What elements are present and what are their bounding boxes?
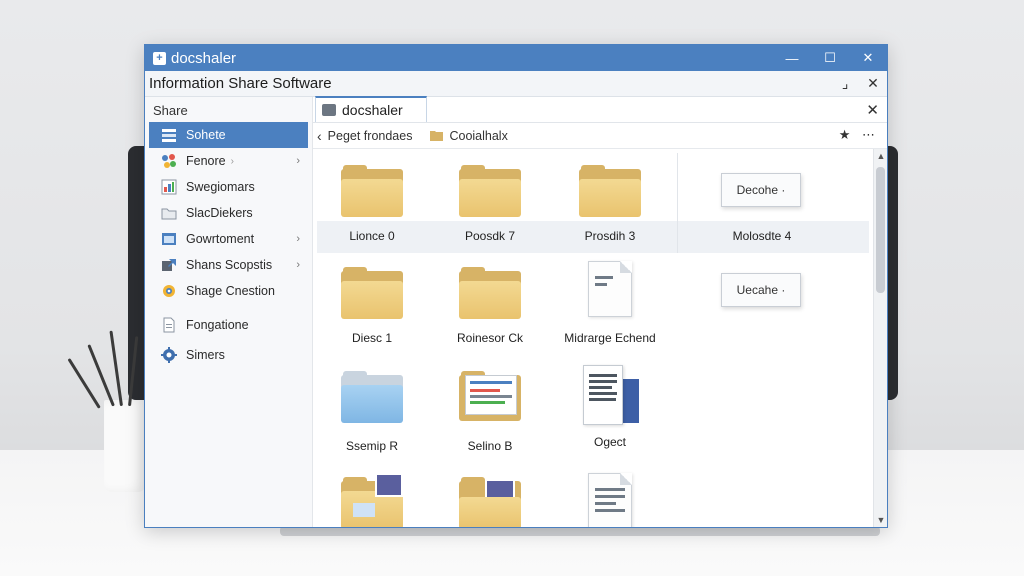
sidebar-item-label: Simers xyxy=(186,348,225,362)
app-title: Information Share Software xyxy=(149,75,332,92)
sidebar-item-slacdiekers[interactable]: SlacDiekers xyxy=(149,200,308,226)
folder-item[interactable]: Prosdih 3 xyxy=(555,165,665,243)
folder-item[interactable]: Lionce 0 xyxy=(317,165,427,243)
folder-item[interactable]: Selino B xyxy=(435,371,545,453)
scroll-down-icon[interactable]: ▼ xyxy=(874,513,887,527)
sidebar-item-gowrtoment[interactable]: Gowrtoment › xyxy=(149,226,308,252)
folder-documents-icon xyxy=(459,371,521,423)
app-logo-icon: + xyxy=(153,51,166,65)
sidebar-item-fongatione[interactable]: Fongatione xyxy=(149,312,308,338)
sidebar-item-label: Fenore xyxy=(186,154,226,168)
chevron-right-icon: › xyxy=(296,155,300,167)
maximize-button[interactable]: ☐ xyxy=(811,50,849,66)
sidebar-item-sohete[interactable]: Sohete xyxy=(149,122,308,148)
scroll-thumb[interactable] xyxy=(876,167,885,293)
folder-icon xyxy=(579,165,641,217)
sidebar-item-label: SlacDiekers xyxy=(186,206,253,220)
sidebar-item-label: Shans Scopstis xyxy=(186,258,273,272)
list-icon xyxy=(161,127,177,143)
settings-icon xyxy=(161,347,177,363)
pencil xyxy=(109,330,123,407)
app-close-button[interactable]: ✕ xyxy=(859,75,887,92)
restore-button[interactable]: ⌟ xyxy=(831,75,859,92)
folder-icon xyxy=(341,165,403,217)
content-pane: docshaler ✕ ‹ Peget frondaes Cooialhalx … xyxy=(313,96,887,527)
sidebar-item-shage-cnestion[interactable]: Shage Cnestion xyxy=(149,278,308,304)
breadcrumb-item[interactable]: Cooialhalx xyxy=(430,129,508,143)
share-icon xyxy=(161,257,177,273)
app-window: + docshaler — ☐ ✕ Information Share Soft… xyxy=(144,44,888,528)
toolbar-actions[interactable]: ★ ⋯ xyxy=(839,127,879,143)
sidebar-header: Share xyxy=(153,103,188,118)
document-item[interactable]: Midrarge Echend xyxy=(555,261,665,345)
chevron-right-icon: › xyxy=(296,233,300,245)
scroll-up-icon[interactable]: ▲ xyxy=(874,149,887,163)
sidebar-item-swegiomars[interactable]: Swegiomars xyxy=(149,174,308,200)
folder-outline-icon xyxy=(161,205,177,221)
folder-item[interactable]: Poosdk 7 xyxy=(435,165,545,243)
window-title: docshaler xyxy=(171,49,237,67)
tab-close-button[interactable]: ✕ xyxy=(866,101,879,119)
folder-item[interactable]: Diesc 1 xyxy=(317,267,427,345)
breadcrumb-item[interactable]: ‹ Peget frondaes xyxy=(317,128,412,144)
app-header: Information Share Software ⌟ ✕ xyxy=(145,71,887,97)
document-icon xyxy=(588,473,632,527)
document-stack-icon xyxy=(575,365,645,429)
sidebar-item-label: Sohete xyxy=(186,128,226,142)
folder-image-icon xyxy=(459,477,521,527)
chevron-right-icon: › xyxy=(230,155,234,167)
tab-label: docshaler xyxy=(342,102,403,118)
folder-item[interactable] xyxy=(435,477,545,527)
folder-blue-icon xyxy=(341,371,403,423)
chart-icon xyxy=(161,179,177,195)
chevron-right-icon: › xyxy=(296,259,300,271)
divider xyxy=(677,153,678,253)
vertical-scrollbar[interactable]: ▲ ▼ xyxy=(873,149,887,527)
tab-docshaler[interactable]: docshaler xyxy=(315,96,427,122)
back-icon[interactable]: ‹ xyxy=(317,128,322,144)
close-button[interactable]: ✕ xyxy=(849,50,887,66)
folder-item[interactable] xyxy=(317,473,427,527)
minimize-button[interactable]: — xyxy=(773,51,811,66)
folder-icon xyxy=(459,165,521,217)
share-nodes-icon xyxy=(161,153,177,169)
folder-icon xyxy=(341,267,403,319)
sidebar-item-simers[interactable]: Simers xyxy=(149,342,308,368)
sidebar-item-label: Swegiomars xyxy=(186,180,255,194)
folder-tab-icon xyxy=(322,104,336,116)
sidebar-item-label: Fongatione xyxy=(186,318,249,332)
sidebar-item-label: Shage Cnestion xyxy=(186,284,275,298)
window-icon xyxy=(161,231,177,247)
folder-item[interactable]: Ssemip R xyxy=(317,371,427,453)
folder-image-icon xyxy=(341,473,403,527)
breadcrumb: ‹ Peget frondaes Cooialhalx ★ ⋯ xyxy=(313,123,887,149)
gear-icon xyxy=(161,283,177,299)
folder-item[interactable]: Roinesor Ck xyxy=(435,267,545,345)
sidebar-item-shans-scopstis[interactable]: Shans Scopstis › xyxy=(149,252,308,278)
dropdown-button[interactable]: Decohe · xyxy=(721,173,801,207)
folder-small-icon xyxy=(430,130,444,141)
sidebar-item-label: Gowrtoment xyxy=(186,232,255,246)
dropdown-button[interactable]: Uecahe · xyxy=(721,273,801,307)
document-item[interactable] xyxy=(555,473,665,527)
folder-icon xyxy=(459,267,521,319)
document-icon xyxy=(161,317,177,333)
tab-bar: docshaler ✕ xyxy=(313,96,887,123)
sidebar-item-fenore[interactable]: Fenore › › xyxy=(149,148,308,174)
pencil-cup xyxy=(104,400,146,492)
document-icon xyxy=(588,261,632,317)
document-item[interactable]: Ogect xyxy=(555,365,665,449)
window-titlebar[interactable]: + docshaler — ☐ ✕ xyxy=(145,45,887,71)
file-grid: Lionce 0 Poosdk 7 Prosdih 3 Molosdte 4 D… xyxy=(313,149,873,527)
sidebar: Share Sohete Fenore › › Swegiomars SlacD… xyxy=(145,97,313,527)
